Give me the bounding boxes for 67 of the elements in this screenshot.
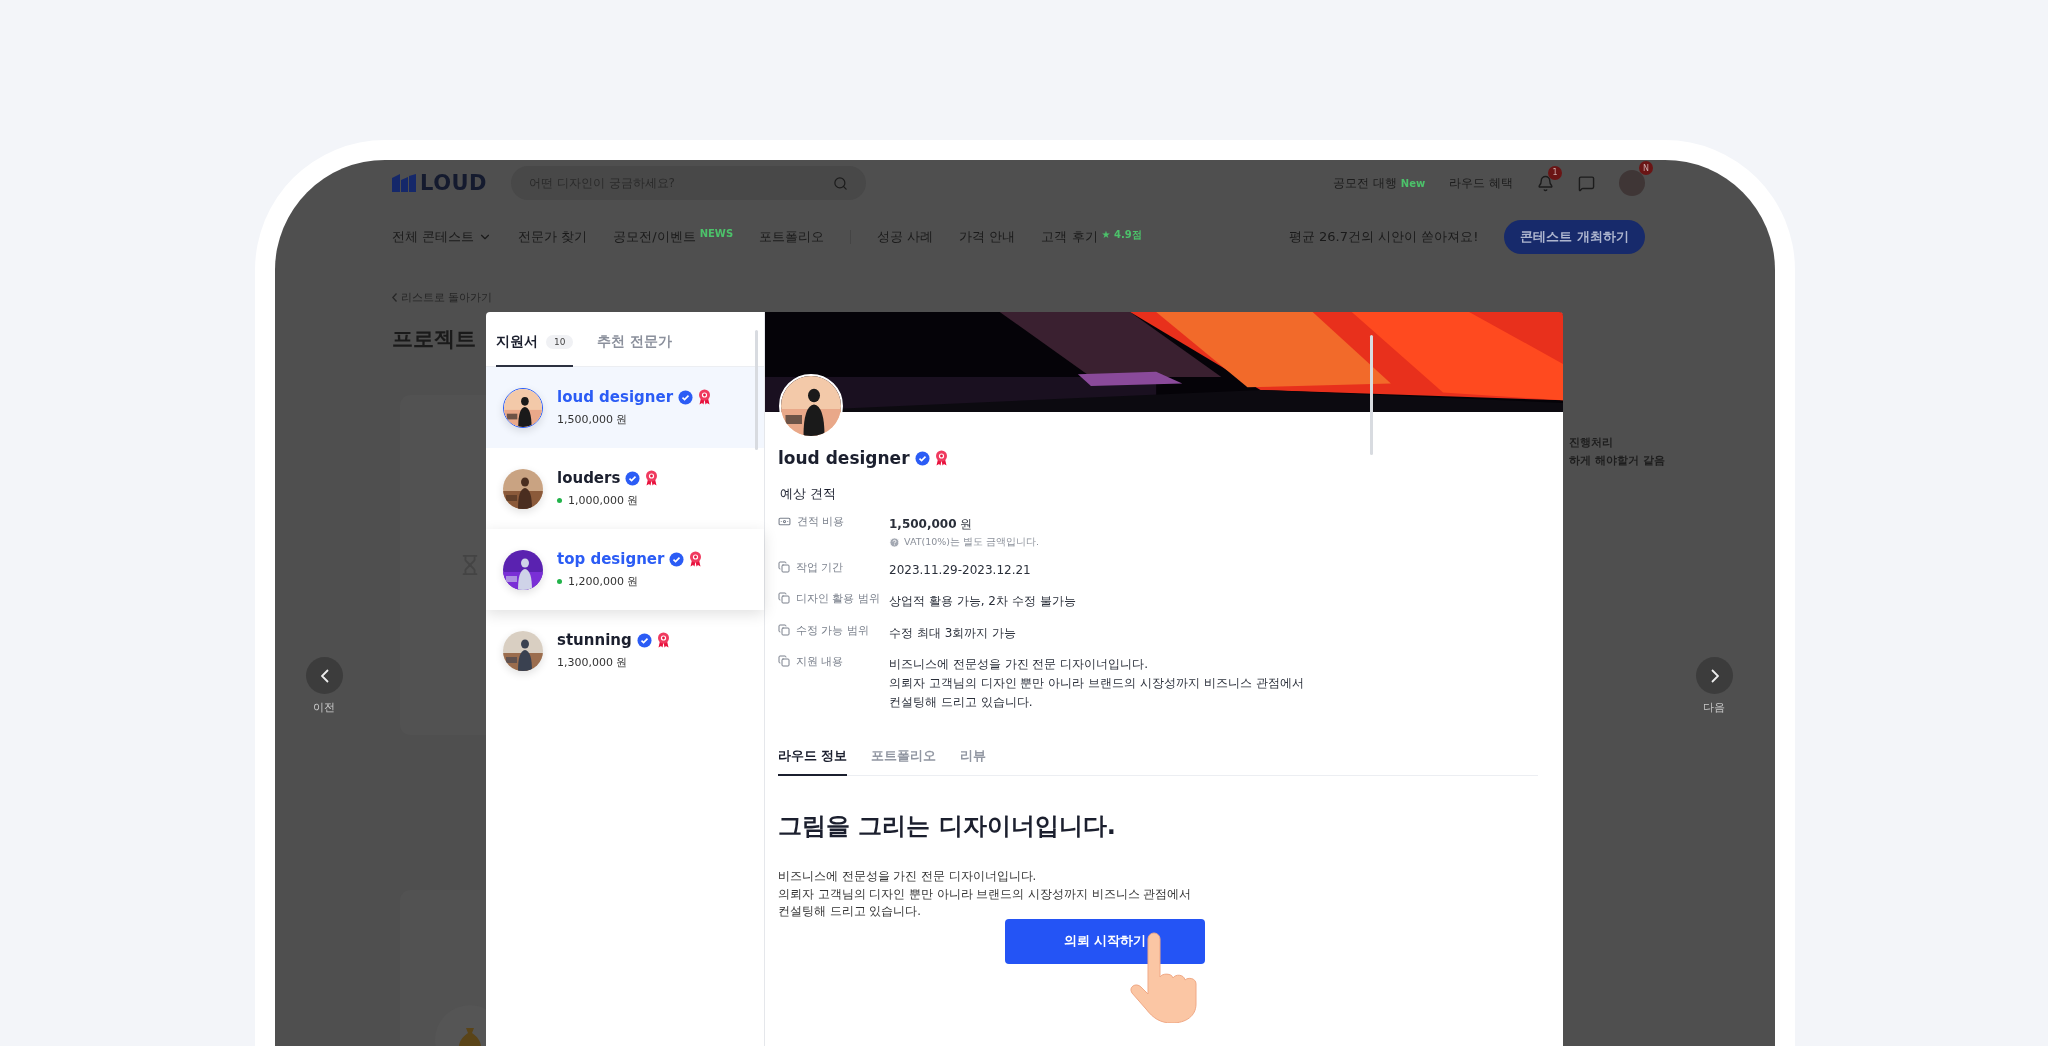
applicant-name: stunning xyxy=(557,631,632,649)
chevron-left-icon xyxy=(392,293,397,302)
detail-label: 디자인 활용 범위 xyxy=(778,592,889,612)
detail-label: 작업 기간 xyxy=(778,561,889,581)
money-bag-icon xyxy=(459,1026,481,1046)
applicant-name: loud designer xyxy=(557,388,674,406)
bell-icon[interactable] xyxy=(1537,174,1554,192)
detail-label: 수정 가능 범위 xyxy=(778,623,889,643)
award-ribbon-icon xyxy=(934,450,948,466)
profile-tab[interactable]: 포트폴리오 xyxy=(871,748,937,777)
host-contest-button[interactable]: 콘테스트 개최하기 xyxy=(1504,220,1645,254)
applicant-name: louders xyxy=(557,469,621,487)
document-icon xyxy=(778,561,790,574)
help-icon xyxy=(889,537,900,549)
detail-value: 비즈니스에 전문성을 가진 전문 디자이너입니다. 의뢰자 고객님의 디자인 뿐만 아니라 브랜드의 시장성까지 비즈니스 관점에서 컨설팅해 드리고 있습니다. xyxy=(889,655,1305,712)
verified-icon xyxy=(669,551,685,567)
profile-tab[interactable]: 라우드 정보 xyxy=(778,748,848,777)
logo-mark-icon xyxy=(392,174,416,192)
previous-label: 이전 xyxy=(313,700,335,715)
next-label: 다음 xyxy=(1703,700,1725,715)
avatar-badge: N xyxy=(1639,161,1653,175)
applicant-tab[interactable]: 추천 전문가 xyxy=(597,333,673,367)
cash-icon xyxy=(778,515,791,528)
applicant-price: 1,200,000 원 xyxy=(568,574,639,589)
detail-label: 지원 내용 xyxy=(778,654,889,713)
section-title: 예상 견적 xyxy=(779,486,837,503)
applicant-price: 1,300,000 원 xyxy=(557,655,628,670)
search-icon xyxy=(832,175,848,191)
verified-icon xyxy=(625,470,641,486)
verified-icon xyxy=(678,389,694,405)
profile-headline: 그림을 그리는 디자이너입니다. xyxy=(778,811,1117,843)
applicant-price: 1,000,000 원 xyxy=(568,493,639,508)
logo-text: LOUD xyxy=(420,171,487,195)
logo[interactable]: LOUD xyxy=(392,171,487,195)
applicant-price: 1,500,000 원 xyxy=(557,412,628,427)
designer-name: loud designer xyxy=(778,448,910,468)
detail-value: 상업적 활용 가능, 2차 수정 불가능 xyxy=(889,593,1077,611)
next-button[interactable] xyxy=(1696,657,1733,694)
detail-value: 수정 최대 3회까지 가능 xyxy=(889,624,1018,642)
previous-button[interactable] xyxy=(306,657,343,694)
document-icon xyxy=(778,592,790,605)
detail-label: 견적 비용 xyxy=(778,515,889,550)
start-request-button[interactable]: 의뢰 시작하기 xyxy=(1005,919,1205,965)
award-ribbon-icon xyxy=(656,632,670,648)
notification-badge: 1 xyxy=(1548,165,1562,180)
user-avatar[interactable] xyxy=(1619,170,1645,196)
scrollbar[interactable] xyxy=(755,330,758,450)
document-icon xyxy=(778,654,790,667)
award-ribbon-icon xyxy=(698,389,712,405)
applicant-item[interactable]: loud designer 1,500,000 원 xyxy=(486,367,764,448)
detail-value: 2023.11.29-2023.12.21 xyxy=(889,562,1032,580)
chevron-left-icon xyxy=(320,668,329,683)
applicant-name: top designer xyxy=(557,550,665,568)
count-badge: 10 xyxy=(546,335,574,349)
verified-icon xyxy=(636,632,652,648)
new-tag: New xyxy=(1400,177,1426,189)
applicant-item[interactable]: top designer 1,200,000 원 xyxy=(486,529,764,610)
award-ribbon-icon xyxy=(645,470,659,486)
detail-value: 1,500,000 원 xyxy=(889,516,974,533)
vat-note: VAT(10%)는 별도 금액입니다. xyxy=(889,536,1543,550)
document-icon xyxy=(778,623,790,636)
profile-tab[interactable]: 리뷰 xyxy=(960,748,987,777)
profile-bio: 비즈니스에 전문성을 가진 전문 디자이너입니다. 의뢰자 고객님의 디자인 뿐만 아니라 브랜드의 시장성까지 비즈니스 관점에서 컨설팅해 드리고 있습니다. xyxy=(778,868,1193,920)
chat-icon[interactable] xyxy=(1578,174,1595,192)
verified-icon xyxy=(914,450,930,466)
award-ribbon-icon xyxy=(689,551,703,567)
chevron-right-icon xyxy=(1710,668,1719,683)
